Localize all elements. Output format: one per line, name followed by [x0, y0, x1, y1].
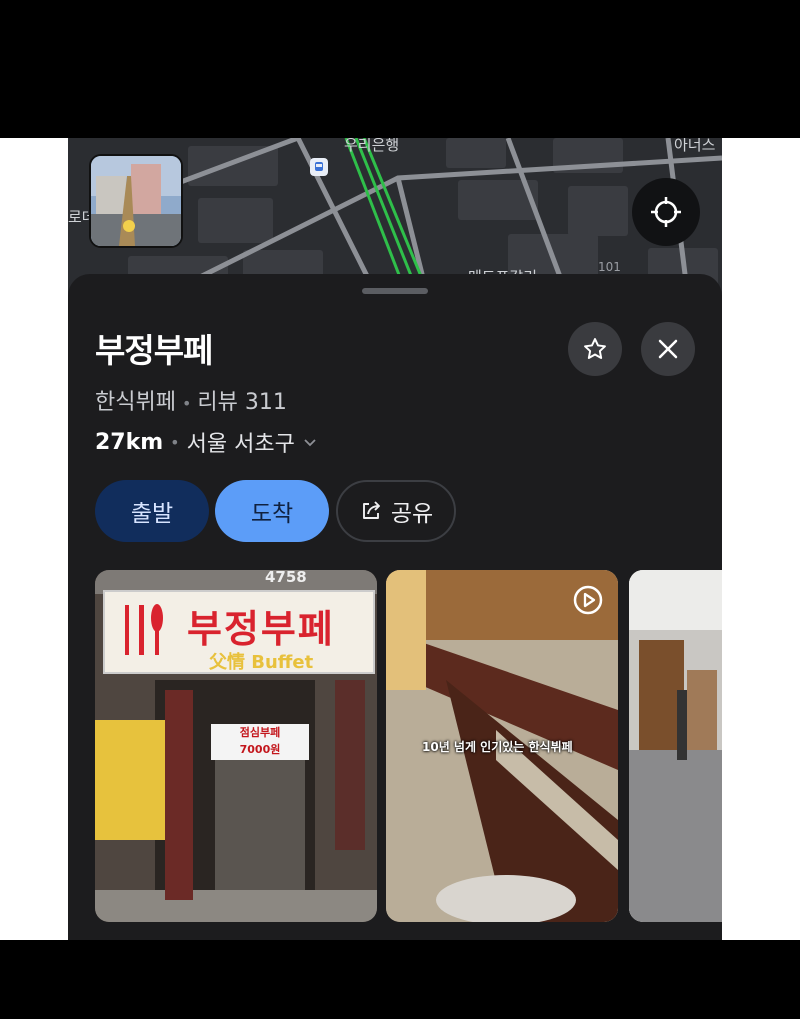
sheet-drag-handle[interactable] [362, 288, 428, 294]
street-view-image [91, 156, 181, 246]
star-icon [584, 338, 606, 359]
bus-stop-icon[interactable] [310, 158, 328, 176]
store-sign-subtitle: 父情 Buffet [209, 652, 314, 673]
my-location-button[interactable] [632, 178, 700, 246]
place-detail-sheet: 부정부페 한식뷔페 • 리뷰 311 27km • 서울 서초구 출발 도착 공… [68, 274, 722, 940]
right-margin [722, 138, 800, 940]
place-category: 한식뷔페 [95, 390, 176, 415]
interior-image [629, 570, 722, 922]
review-count[interactable]: 리뷰 311 [197, 390, 286, 415]
share-button[interactable]: 공유 [336, 480, 456, 542]
distance-text: 27km [95, 429, 164, 455]
store-sign: 부정부페 父情 Buffet [103, 590, 375, 674]
play-circle-icon [573, 585, 603, 615]
menu-sign: 점심부페 7000원 [211, 724, 309, 760]
map-label-building: 아너스 [674, 138, 716, 154]
separator-dot: • [170, 432, 180, 452]
menu-sign-line2: 7000원 [239, 743, 281, 756]
share-label: 공유 [390, 501, 434, 527]
photo-storefront[interactable]: 부정부페 父情 Buffet 4758 점심부페 7000원 [95, 570, 377, 922]
map-label-number: 101 [598, 260, 621, 274]
crosshair-icon [651, 197, 681, 227]
map-label-bank: 우리은행 [344, 138, 400, 154]
building-number: 4758 [265, 570, 307, 586]
chevron-down-icon [304, 439, 316, 447]
separator-dot: • [181, 394, 192, 413]
photo-interior[interactable] [629, 570, 722, 922]
menu-sign-line1: 점심부페 [239, 726, 281, 739]
store-sign-title: 부정부페 [187, 607, 335, 651]
video-thumbnail[interactable]: 10년 넘게 인기있는 한식뷔페 [386, 570, 618, 922]
depart-button[interactable]: 출발 [95, 480, 209, 542]
left-margin [0, 138, 68, 940]
place-title: 부정부페 [95, 331, 213, 370]
close-button[interactable] [641, 322, 695, 376]
video-caption: 10년 넘게 인기있는 한식뷔페 [422, 740, 573, 754]
place-location-line[interactable]: 27km • 서울 서초구 [95, 426, 319, 458]
favorite-button[interactable] [568, 322, 622, 376]
arrive-button[interactable]: 도착 [215, 480, 329, 542]
fork-knife-icon [125, 604, 163, 655]
close-icon [658, 339, 678, 359]
region-text: 서울 서초구 [186, 432, 295, 457]
share-icon [362, 501, 380, 519]
place-meta-line: 한식뷔페 • 리뷰 311 [95, 384, 287, 416]
phone-screen: 우리은행 아너스 101 로데 메드포갈리 [68, 138, 722, 940]
street-view-thumbnail[interactable] [89, 154, 183, 248]
